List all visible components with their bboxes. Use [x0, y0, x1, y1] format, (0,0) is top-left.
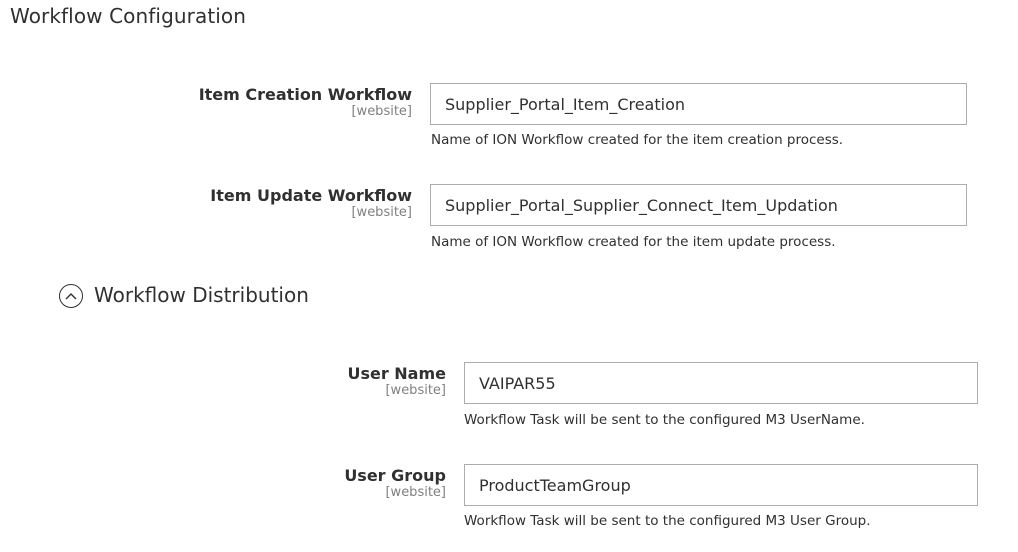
workflow-configuration-page: Workflow Configuration Item Creation Wor… [0, 0, 1018, 552]
user-name-input[interactable] [464, 362, 978, 404]
item-creation-workflow-note: Name of ION Workflow created for the ite… [431, 132, 844, 148]
workflow-distribution-title: Workflow Distribution [94, 283, 309, 307]
item-update-workflow-label-text: Item Update Workflow [210, 186, 412, 205]
user-group-label-text: User Group [344, 466, 446, 485]
user-name-label-text: User Name [347, 364, 446, 383]
user-group-label: User Group [website] [245, 465, 446, 501]
chevron-up-circle-icon [59, 284, 83, 308]
user-name-scope: [website] [385, 383, 446, 398]
user-group-input[interactable] [464, 464, 978, 506]
user-group-note: Workflow Task will be sent to the config… [464, 513, 871, 529]
item-creation-workflow-input[interactable] [430, 83, 967, 125]
item-update-workflow-note: Name of ION Workflow created for the ite… [431, 234, 836, 250]
item-creation-workflow-scope: [website] [351, 104, 412, 119]
section-title: Workflow Configuration [10, 4, 247, 28]
item-creation-workflow-label: Item Creation Workflow [website] [150, 84, 412, 120]
workflow-distribution-toggle[interactable]: Workflow Distribution [59, 282, 309, 308]
item-update-workflow-input[interactable] [430, 184, 967, 226]
item-update-workflow-scope: [website] [351, 205, 412, 220]
item-creation-workflow-label-text: Item Creation Workflow [198, 85, 412, 104]
user-name-note: Workflow Task will be sent to the config… [464, 412, 865, 428]
user-name-label: User Name [website] [245, 363, 446, 399]
user-group-scope: [website] [385, 485, 446, 500]
item-update-workflow-label: Item Update Workflow [website] [150, 185, 412, 221]
